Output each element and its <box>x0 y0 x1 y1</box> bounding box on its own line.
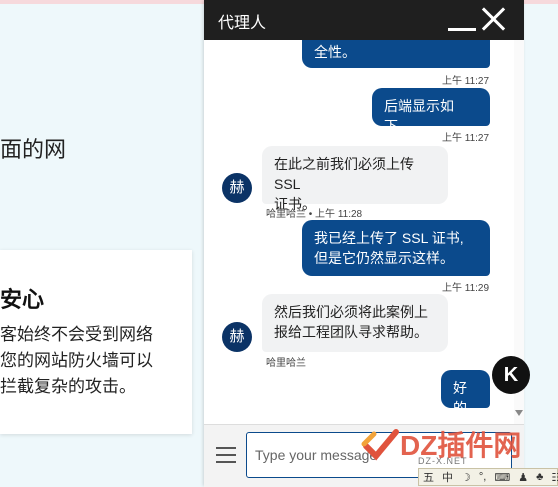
watermark: DZ插件网 DZ-X.NET <box>360 420 558 468</box>
watermark-logo-icon <box>361 429 399 461</box>
minimize-icon[interactable] <box>448 28 476 31</box>
ime-toolbar: 五 中 ☽ °, ⌨ ♟ ♣ ☷ <box>418 468 558 486</box>
message-time: 上午 11:29 <box>442 283 490 294</box>
ime-item[interactable]: ⌨ <box>490 471 514 484</box>
message-meta: 哈里哈兰 • 上午 11:28 <box>266 209 363 220</box>
message-list: 全性。 上午 11:27 后端显示如下。 上午 11:27 赫 在此之前我们必须… <box>204 40 514 424</box>
message-incoming: 然后我们必须将此案例上 报给工程团队寻求帮助。 <box>262 294 448 352</box>
message-outgoing: 好的 <box>441 370 490 416</box>
ime-item[interactable]: ♣ <box>532 471 547 483</box>
message-line: 在此之前我们必须上传SSL <box>274 156 414 192</box>
agent-avatar: 赫 <box>222 173 252 203</box>
card-title: 安心 <box>0 287 45 312</box>
message-time: 上午 11:27 <box>442 76 490 87</box>
close-icon[interactable] <box>480 6 506 32</box>
ime-item[interactable]: 中 <box>438 469 457 485</box>
message-meta: 哈里哈兰 <box>266 358 306 369</box>
message-outgoing: 后端显示如下。 <box>372 88 490 134</box>
message-outgoing: 我已经上传了 SSL 证书, 但是它仍然显示这样。 <box>302 220 490 276</box>
card-line: 客始终不会受到网络 <box>0 325 153 344</box>
message-line: 我已经上传了 SSL 证书, <box>314 230 464 246</box>
k-badge-icon[interactable]: K <box>492 356 530 394</box>
ime-item[interactable]: ♟ <box>514 471 532 484</box>
message-line: 然后我们必须将此案例上 <box>274 304 428 320</box>
card-line: 拦截复杂的攻击。 <box>0 377 136 396</box>
message-outgoing: 全性。 <box>302 40 490 68</box>
background-heading: 面的网 <box>0 137 67 162</box>
background-card: 安心 客始终不会受到网络 您的网站防火墙可以 拦截复杂的攻击。 <box>0 250 192 434</box>
ime-item[interactable]: 五 <box>419 469 438 485</box>
ime-item[interactable]: ☷ <box>547 471 558 484</box>
message-text: 全性。 <box>314 44 356 60</box>
card-line: 您的网站防火墙可以 <box>0 351 153 370</box>
message-incoming: 在此之前我们必须上传SSL 证书。 <box>262 146 448 212</box>
message-line: 报给工程团队寻求帮助。 <box>274 324 428 340</box>
message-text: 好的 <box>453 380 467 416</box>
chat-window: 代理人 全性。 上午 11:27 后端显示如下。 上午 11:27 赫 在此之前… <box>204 0 524 487</box>
watermark-subtext: DZ-X.NET <box>418 456 468 466</box>
menu-icon[interactable] <box>216 447 236 463</box>
agent-avatar: 赫 <box>222 322 252 352</box>
message-time: 上午 11:27 <box>442 133 490 144</box>
chat-title: 代理人 <box>218 15 267 32</box>
scroll-down-icon[interactable] <box>515 410 523 416</box>
card-text: 客始终不会受到网络 您的网站防火墙可以 拦截复杂的攻击。 <box>0 322 153 400</box>
ime-item[interactable]: °, <box>475 471 490 483</box>
chat-header: 代理人 <box>204 0 524 40</box>
message-line: 但是它仍然显示这样。 <box>314 250 454 266</box>
ime-item[interactable]: ☽ <box>457 471 475 484</box>
